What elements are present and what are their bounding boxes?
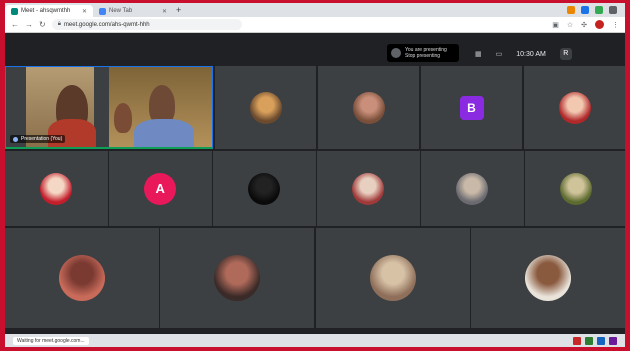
- star-icon[interactable]: ☆: [567, 21, 573, 29]
- participant-tile[interactable]: [317, 151, 420, 226]
- participant-initial: A: [144, 172, 177, 205]
- close-tab-icon[interactable]: ✕: [162, 8, 167, 15]
- participant-initial: B: [459, 95, 484, 120]
- extension-area: [567, 6, 625, 14]
- participant-tile[interactable]: [5, 151, 108, 226]
- tab-bar: Meet - ahsqwmthh ✕ New Tab ✕ +: [5, 3, 625, 17]
- participant-name: Presentation (You): [21, 136, 63, 142]
- participant-tile[interactable]: [215, 66, 316, 149]
- participant-avatar: [59, 255, 105, 301]
- presenter-chip[interactable]: You are presenting Stop presenting: [387, 44, 459, 62]
- new-tab-favicon-icon: [99, 7, 106, 15]
- layout-icon[interactable]: ▦: [475, 50, 482, 58]
- initial-letter: A: [155, 181, 165, 196]
- participant-name-chip: Presentation (You): [10, 135, 66, 143]
- participant-avatar: [40, 172, 73, 205]
- toolbar-right: ▣ ☆ ✣ ⋮: [552, 20, 619, 29]
- profile-avatar[interactable]: [595, 20, 604, 29]
- meet-favicon-icon: [11, 7, 18, 15]
- participant-avatar: [248, 172, 281, 205]
- extension-icon[interactable]: [609, 6, 617, 14]
- person-figure: [114, 103, 132, 133]
- status-bar: Waiting for meet.google.com...: [5, 334, 625, 347]
- participant-avatar: [456, 172, 489, 205]
- close-tab-icon[interactable]: ✕: [82, 8, 87, 15]
- app-icon[interactable]: [573, 336, 581, 345]
- participant-tile[interactable]: [5, 228, 159, 328]
- participant-avatar: [558, 91, 591, 124]
- participant-tile[interactable]: [470, 228, 625, 328]
- participant-avatar: [249, 91, 282, 124]
- tab-label: New Tab: [109, 8, 133, 14]
- participant-tile[interactable]: [160, 228, 315, 328]
- app-icon[interactable]: [609, 336, 617, 345]
- meet-tools: ▦ ▭ 10:30 AM R: [475, 48, 572, 60]
- app-icon[interactable]: [597, 336, 605, 345]
- participant-tile[interactable]: [315, 228, 470, 328]
- participant-tile[interactable]: B: [421, 66, 522, 149]
- meet-top-bar: You are presenting Stop presenting ▦ ▭ 1…: [5, 34, 625, 64]
- presenter-line2[interactable]: Stop presenting: [405, 53, 447, 59]
- participant-tile[interactable]: [318, 66, 419, 149]
- forward-arrow-icon[interactable]: →: [25, 20, 33, 29]
- puzzle-icon[interactable]: ✣: [581, 21, 587, 29]
- participant-avatar: [369, 255, 416, 301]
- reload-icon[interactable]: ↻: [39, 20, 46, 29]
- mic-icon: [13, 136, 18, 142]
- extension-icon[interactable]: [595, 6, 603, 14]
- participant-tile[interactable]: A: [109, 151, 212, 226]
- person-figure: [48, 119, 96, 147]
- camera-icon[interactable]: ▣: [552, 21, 559, 29]
- tab-label: Meet - ahsqwmthh: [21, 8, 71, 14]
- tab-meet[interactable]: Meet - ahsqwmthh ✕: [5, 5, 93, 17]
- taskbar-icons: [573, 336, 617, 345]
- participant-avatar: [352, 91, 385, 124]
- url-field[interactable]: 🔒︎ meet.google.com/ahs-qwmt-hhh: [51, 19, 242, 30]
- presenter-avatar: [391, 48, 401, 58]
- participant-tile[interactable]: [524, 66, 625, 149]
- tab-new[interactable]: New Tab ✕: [93, 5, 173, 17]
- extension-icon[interactable]: [581, 6, 589, 14]
- lock-icon: 🔒︎: [57, 21, 61, 27]
- participant-avatar: [214, 255, 261, 301]
- camera-feed: [109, 67, 212, 147]
- address-bar: ← → ↻ 🔒︎ meet.google.com/ahs-qwmt-hhh ▣ …: [5, 17, 625, 33]
- participant-avatar: [524, 255, 571, 301]
- app-icon[interactable]: [585, 336, 593, 345]
- url-text: meet.google.com/ahs-qwmt-hhh: [63, 21, 150, 28]
- chat-icon[interactable]: ▭: [496, 50, 503, 58]
- person-figure: [134, 119, 194, 147]
- plus-icon[interactable]: +: [176, 5, 181, 15]
- self-avatar[interactable]: R: [559, 48, 572, 60]
- participant-tile[interactable]: [421, 151, 524, 226]
- browser-window: Meet - ahsqwmthh ✕ New Tab ✕ + ← → ↻ 🔒︎ …: [5, 3, 625, 347]
- meeting-time: 10:30 AM: [516, 50, 546, 58]
- featured-tile[interactable]: Presentation (You): [5, 66, 213, 149]
- participant-tile[interactable]: [525, 151, 625, 226]
- extension-icon[interactable]: [567, 6, 575, 14]
- status-text: Waiting for meet.google.com...: [13, 336, 89, 345]
- participant-avatar: [352, 172, 385, 205]
- back-arrow-icon[interactable]: ←: [11, 20, 19, 29]
- participant-avatar: [560, 172, 593, 205]
- participant-tile[interactable]: [213, 151, 316, 226]
- menu-dots-icon[interactable]: ⋮: [612, 21, 619, 29]
